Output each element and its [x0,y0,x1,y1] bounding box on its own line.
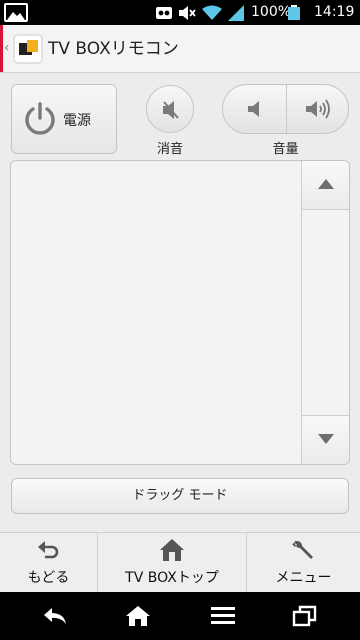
mute-label: 消音 [156,142,183,157]
tab-menu-label: メニュー [275,570,332,586]
nav-recents-icon[interactable] [291,604,319,628]
voicemail-icon [156,7,172,19]
back-arrow-icon [38,541,59,559]
scroll-bar[interactable] [301,161,349,464]
wrench-icon [292,540,313,559]
battery-percentage: 100% [251,4,292,20]
power-label: 電源 [63,113,91,129]
bottom-action-bar: もどる TV BOXトップ メニュー [0,532,360,592]
triangle-down-icon [318,434,334,444]
speaker-low-icon [248,101,259,117]
image-thumbnail-icon [4,3,28,22]
tab-back-label: もどる [27,570,70,586]
tab-back[interactable]: もどる [0,533,97,592]
volume-up-button[interactable] [287,85,348,133]
triangle-up-icon [318,179,334,189]
signal-icon [228,5,244,21]
page-title: TV BOXリモコン [48,39,179,59]
status-icons [156,4,244,22]
touchpad-area[interactable] [10,160,350,465]
mute-icon [179,6,196,20]
battery-icon [288,5,300,20]
power-icon [25,102,55,135]
drag-mode-button[interactable]: ドラッグ モード [11,478,349,514]
clock: 14:19 [314,4,355,20]
tab-tvbox-top[interactable]: TV BOXトップ [98,533,246,592]
wifi-icon [202,5,222,20]
speaker-high-icon [306,99,330,119]
home-icon [160,539,184,561]
mute-button[interactable] [146,85,194,133]
up-chevron-icon[interactable]: ‹ [4,40,10,56]
status-bar: 100% 14:19 [0,0,360,25]
nav-menu-icon[interactable] [209,604,237,628]
nav-back-icon[interactable] [42,604,70,628]
volume-control [222,84,349,134]
volume-label: 音量 [272,142,299,157]
system-nav-bar [0,592,360,640]
speaker-mute-icon [163,101,179,119]
tab-tvbox-top-label: TV BOXトップ [125,570,219,586]
volume-down-button[interactable] [223,85,286,133]
power-button[interactable]: 電源 [11,84,117,154]
scroll-up-button[interactable] [302,161,349,210]
title-bar: ‹ TV BOXリモコン [0,25,360,73]
tab-menu[interactable]: メニュー [247,533,360,592]
title-accent [0,25,3,72]
tv-box-app-icon[interactable] [13,34,43,64]
scroll-down-button[interactable] [302,415,349,464]
nav-home-icon[interactable] [124,604,152,628]
